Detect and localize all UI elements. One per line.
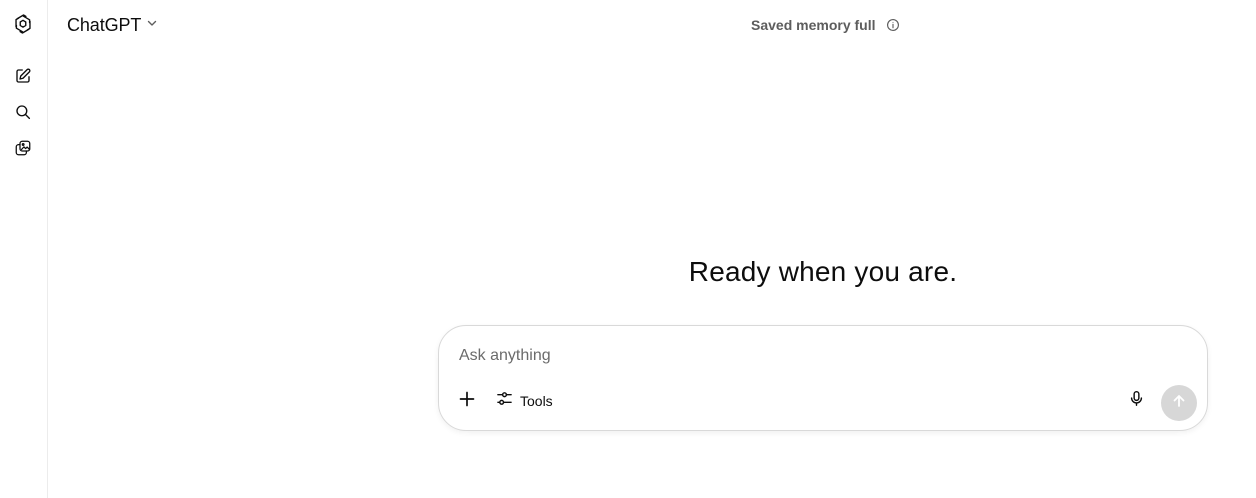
library-button[interactable] xyxy=(8,133,38,163)
sliders-icon xyxy=(496,390,513,412)
model-selector[interactable]: ChatGPT xyxy=(60,10,165,40)
search-chats-button[interactable] xyxy=(8,97,38,127)
microphone-icon xyxy=(1128,390,1145,412)
voice-input-button[interactable] xyxy=(1123,388,1149,414)
tools-label: Tools xyxy=(520,393,553,409)
arrow-up-icon xyxy=(1171,393,1187,414)
new-chat-icon xyxy=(14,67,32,85)
model-name: ChatGPT xyxy=(67,14,142,35)
memory-status: Saved memory full xyxy=(751,14,901,36)
plus-icon xyxy=(458,390,476,413)
new-chat-button[interactable] xyxy=(8,61,38,91)
tools-button[interactable]: Tools xyxy=(490,388,559,414)
prompt-input[interactable] xyxy=(459,344,1159,368)
hero-headline: Ready when you are. xyxy=(688,256,958,287)
send-button[interactable] xyxy=(1161,385,1197,421)
library-icon xyxy=(14,139,32,157)
chevron-down-icon xyxy=(146,16,158,34)
memory-status-text: Saved memory full xyxy=(751,17,876,33)
sidebar-rail xyxy=(0,0,48,498)
openai-logo-button[interactable] xyxy=(8,9,38,39)
attach-button[interactable] xyxy=(454,388,480,414)
chatgpt-app: ChatGPT Saved memory full Ready when you… xyxy=(0,0,1256,498)
search-icon xyxy=(14,103,32,121)
composer: Tools xyxy=(438,325,1208,431)
openai-logo-icon xyxy=(12,13,34,35)
info-icon[interactable] xyxy=(885,17,901,33)
